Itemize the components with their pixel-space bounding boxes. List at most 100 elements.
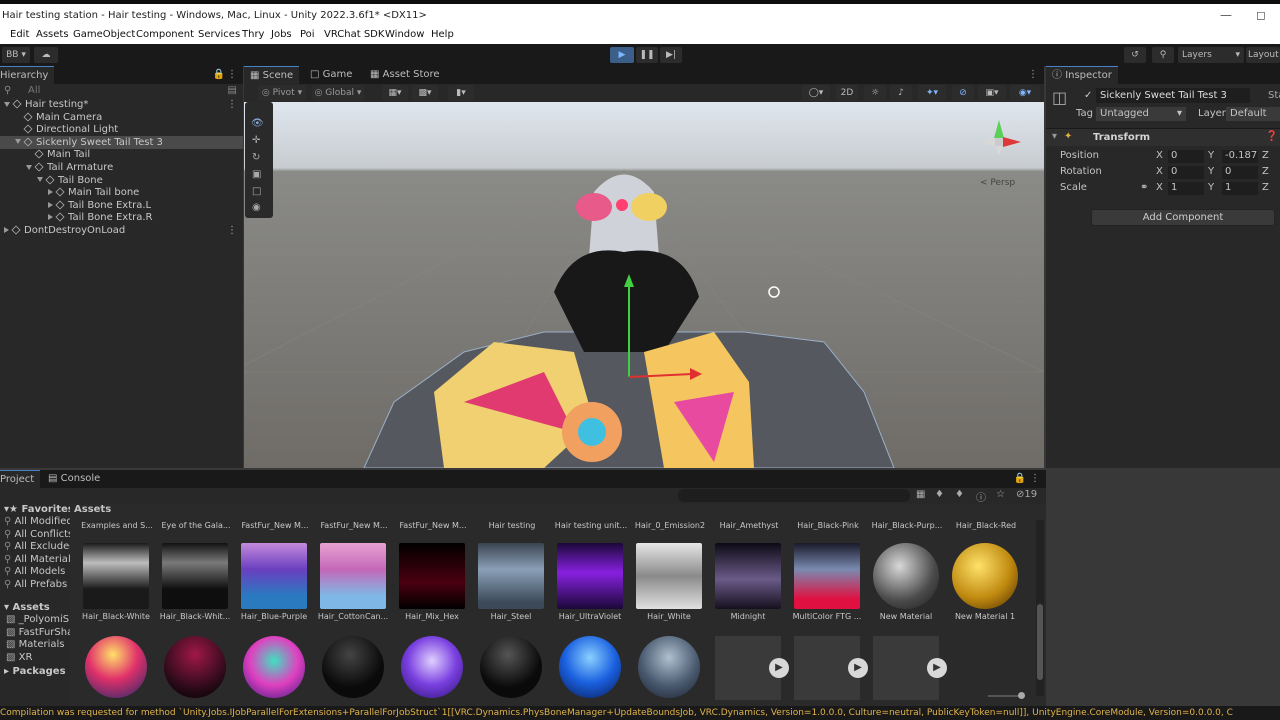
layout-dropdown[interactable]: Layout	[1246, 47, 1280, 63]
material-thumbnail[interactable]	[162, 543, 228, 609]
tab-console[interactable]: ▤ Console	[42, 470, 106, 488]
increment-snap-icon[interactable]: ▮▾	[448, 85, 474, 101]
tab-game[interactable]: □ Game	[304, 66, 358, 84]
prefab-thumbnail[interactable]: ▶	[794, 636, 868, 700]
menu-edit[interactable]: Edit	[10, 29, 29, 40]
grid-snap-icon[interactable]: ▦▾	[382, 85, 408, 101]
asset-label[interactable]: Hair_Blue-Purple	[234, 612, 314, 621]
menu-jobs[interactable]: Jobs	[271, 29, 292, 40]
asset-label[interactable]: FastFur_New M...	[314, 521, 394, 530]
asset-label[interactable]: Examples and S...	[77, 521, 157, 530]
asset-label[interactable]: Hair_CottonCan...	[313, 612, 393, 621]
tab-project[interactable]: Project	[0, 470, 41, 488]
scrollbar-thumb[interactable]	[1037, 604, 1043, 680]
asset-label[interactable]: FastFur_New M...	[235, 521, 315, 530]
material-thumbnail[interactable]	[164, 636, 226, 698]
hierarchy-row[interactable]: Tail Bone	[0, 174, 243, 187]
favorite-item[interactable]: ⚲ All Materials	[4, 554, 76, 565]
hierarchy-row[interactable]: Hair testing* ⋮	[0, 98, 243, 111]
asset-label[interactable]: Midnight	[708, 612, 788, 621]
tab-asset-store[interactable]: ▦ Asset Store	[364, 66, 446, 84]
rect-tool-icon[interactable]: □	[252, 186, 261, 197]
asset-label[interactable]: Hair_Black-Pink	[788, 521, 868, 530]
camera-icon[interactable]: ▣▾	[978, 85, 1006, 101]
expand-arrow-icon[interactable]	[26, 164, 32, 170]
rotate-tool-icon[interactable]: ↻	[252, 152, 260, 163]
gizmos-icon[interactable]: ◉▾	[1010, 85, 1040, 101]
material-thumbnail[interactable]	[399, 543, 465, 609]
material-thumbnail[interactable]	[557, 543, 623, 609]
hierarchy-row[interactable]: Tail Bone Extra.L	[0, 199, 243, 212]
asset-label[interactable]: FastFur_New M...	[393, 521, 473, 530]
filter-label-icon[interactable]: ♦	[935, 489, 944, 500]
menu-thry[interactable]: Thry	[242, 29, 264, 40]
constrain-proportions-icon[interactable]: ⚭	[1140, 182, 1148, 193]
pause-button[interactable]: ❚❚	[636, 47, 658, 63]
asset-label[interactable]: New Material 1	[945, 612, 1025, 621]
material-thumbnail[interactable]	[873, 543, 939, 609]
view-tool-icon[interactable]: 👁	[251, 118, 264, 129]
asset-label[interactable]: Hair_Amethyst	[709, 521, 789, 530]
favorite-item[interactable]: ⚲ All Conflicts	[4, 529, 73, 540]
favorites-header[interactable]: ▾★ Favorites	[4, 504, 74, 515]
add-component-button[interactable]: Add Component	[1091, 209, 1275, 226]
expand-arrow-icon[interactable]	[4, 227, 9, 233]
zoom-slider[interactable]	[988, 692, 1025, 699]
hierarchy-search[interactable]: ⚲ All ▤	[0, 84, 243, 98]
audio-icon[interactable]: ♪	[890, 85, 912, 101]
asset-label[interactable]: Hair_White	[629, 612, 709, 621]
asset-label[interactable]: Hair testing unit...	[551, 521, 631, 530]
zoom-slider-handle[interactable]	[1018, 692, 1025, 699]
asset-label[interactable]: Hair_Steel	[471, 612, 551, 621]
draw-mode-icon[interactable]: ◯▾	[802, 85, 830, 101]
effects-icon[interactable]: ✦▾	[918, 85, 946, 101]
asset-folder-item[interactable]: ▧ Materials	[6, 639, 64, 650]
prefab-thumbnail[interactable]: ▶	[715, 636, 789, 700]
y-field[interactable]: 1	[1222, 182, 1258, 195]
expand-arrow-icon[interactable]	[37, 177, 43, 183]
static-label[interactable]: Sta	[1268, 90, 1280, 101]
menu-services[interactable]: Services	[198, 29, 240, 40]
asset-label[interactable]: Hair_Black-White	[76, 612, 156, 621]
asset-label[interactable]: Eye of the Gala...	[156, 521, 236, 530]
y-field[interactable]: -0.187	[1222, 150, 1258, 163]
hierarchy-row[interactable]: Sickenly Sweet Tail Test 3	[0, 135, 243, 149]
grid-icon[interactable]: ▩▾	[412, 85, 438, 101]
row-menu-icon[interactable]: ⋮	[227, 224, 237, 237]
expand-arrow-icon[interactable]	[48, 201, 53, 208]
favorite-star-icon[interactable]: ☆	[996, 489, 1005, 500]
favorite-item[interactable]: ⚲ All Models	[4, 566, 65, 577]
active-checkbox[interactable]: ✓	[1084, 90, 1092, 101]
material-thumbnail[interactable]	[559, 636, 621, 698]
lighting-icon[interactable]: ☼	[864, 85, 886, 101]
material-thumbnail[interactable]	[241, 543, 307, 609]
asset-folder-item[interactable]: ▧ XR	[6, 652, 32, 663]
material-thumbnail[interactable]	[320, 543, 386, 609]
tab-inspector[interactable]: ⓘ Inspector	[1046, 66, 1118, 84]
project-search-input[interactable]	[678, 489, 910, 502]
account-dropdown[interactable]: BB ▾	[2, 47, 30, 63]
assets-tree-header[interactable]: ▾ Assets	[4, 602, 50, 613]
search-icon[interactable]: ⚲	[1152, 47, 1174, 63]
global-dropdown[interactable]: ◎ Global ▾	[312, 85, 364, 101]
menu-assets[interactable]: Assets	[36, 29, 69, 40]
persp-label[interactable]: < Persp	[980, 178, 1015, 188]
object-name-field[interactable]: Sickenly Sweet Tail Test 3	[1096, 88, 1250, 103]
menu-vrchat-sdk[interactable]: VRChat SDK	[324, 29, 384, 40]
panel-menu-icon[interactable]: ⋮	[227, 69, 237, 80]
expand-arrow-icon[interactable]	[48, 189, 53, 196]
tab-scene[interactable]: ▦ Scene	[244, 66, 300, 84]
asset-label[interactable]: Hair_UltraViolet	[550, 612, 630, 621]
material-thumbnail[interactable]	[715, 543, 781, 609]
expand-arrow-icon[interactable]	[15, 139, 21, 145]
hidden-objects-icon[interactable]: ⊘	[952, 85, 974, 101]
expand-arrow-icon[interactable]	[48, 214, 53, 221]
create-icon[interactable]: ▤	[228, 85, 237, 96]
scale-tool-icon[interactable]: ▣	[252, 169, 261, 180]
asset-label[interactable]: Hair_Black-Whit...	[155, 612, 235, 621]
menu-poi[interactable]: Poi	[300, 29, 315, 40]
packages-header[interactable]: ▸ Packages	[4, 666, 66, 677]
material-thumbnail[interactable]	[794, 543, 860, 609]
play-icon[interactable]: ▶	[927, 658, 947, 678]
expand-arrow-icon[interactable]	[4, 101, 10, 107]
